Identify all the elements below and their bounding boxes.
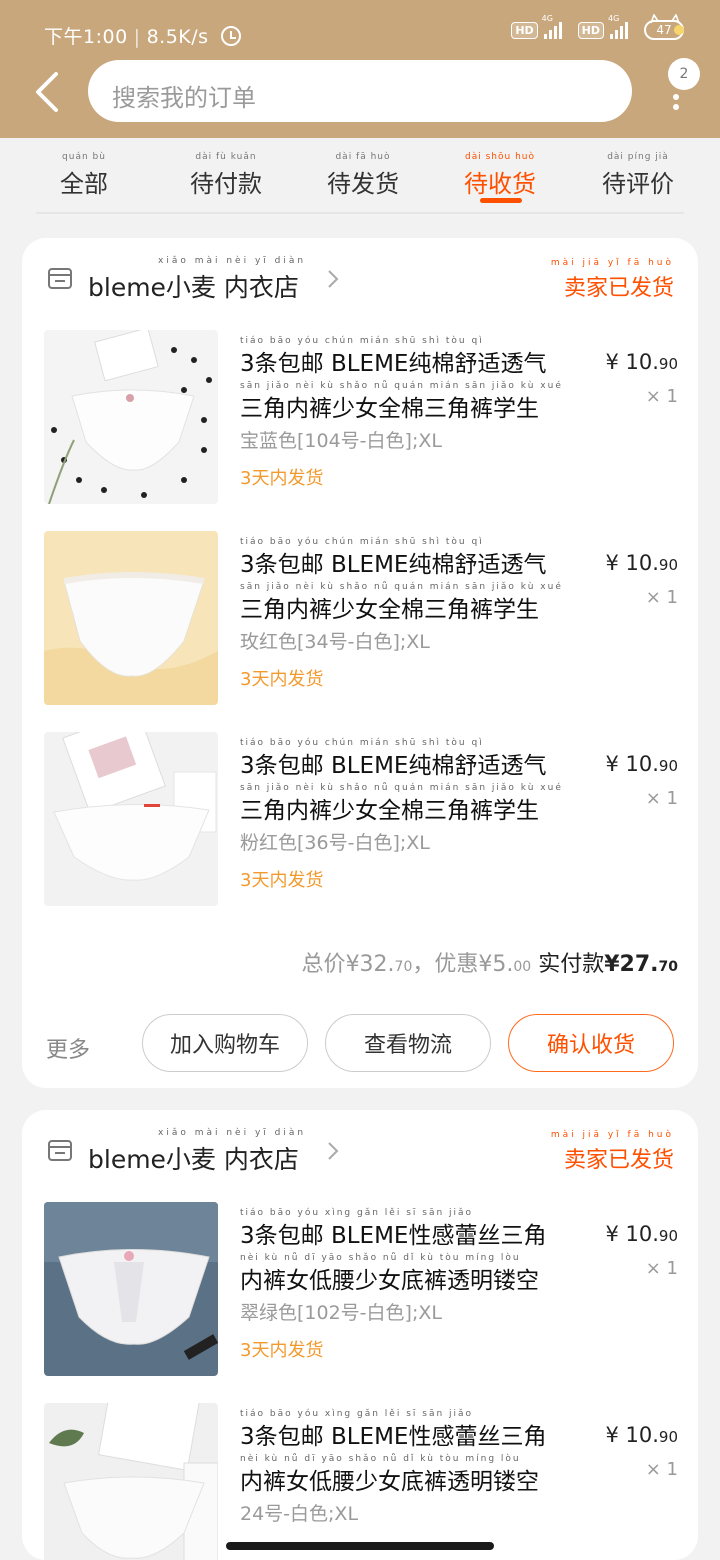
paid-label: 实付款 [538, 952, 605, 977]
hd-icon: HD [511, 21, 538, 39]
divider [36, 212, 684, 214]
home-indicator[interactable] [226, 1542, 494, 1550]
order-card: xiǎo mài nèi yī diàn bleme小麦 内衣店 mài jiā… [22, 1110, 698, 1560]
search-input[interactable]: 搜索我的订单 [88, 60, 632, 122]
order-item[interactable]: tiáo bāo yóu xìng gǎn lěi sī sān jiǎo 3条… [22, 1202, 698, 1392]
product-sku: 24号-白色;XL [240, 1503, 359, 1525]
alarm-icon [221, 26, 242, 46]
product-title[interactable]: tiáo bāo yóu chún mián shū shì tòu qì 3条… [240, 738, 600, 828]
shipping-note: 3天内发货 [240, 669, 324, 690]
order-item[interactable]: tiáo bāo yóu chún mián shū shì tòu qì 3条… [22, 330, 698, 520]
tab-label: 全部 [60, 170, 108, 198]
status-bar: 下午1:00 | 8.5K/s HD 4G HD 4G 47 [0, 0, 720, 56]
paid-value: ¥27. [604, 952, 659, 977]
order-item[interactable]: tiáo bāo yóu xìng gǎn lěi sī sān jiǎo 3条… [22, 1403, 698, 1560]
product-quantity: × 1 [645, 1459, 678, 1480]
product-sku: 宝蓝色[104号-白色];XL [240, 430, 442, 452]
shop-row[interactable]: xiǎo mài nèi yī diàn bleme小麦 内衣店 mài jiā… [22, 1110, 698, 1190]
order-item[interactable]: tiáo bāo yóu chún mián shū shì tòu qì 3条… [22, 531, 698, 721]
hd-icon: HD [577, 21, 604, 39]
product-price: ¥ 10.90 [605, 350, 678, 374]
chevron-left-icon [36, 72, 58, 112]
tab-pending-receipt[interactable]: dài shōu huò 待收货 [464, 152, 536, 199]
tab-label: 待评价 [602, 170, 674, 198]
tab-all[interactable]: quán bù 全部 [60, 152, 108, 199]
tab-label: 待付款 [190, 170, 262, 198]
shop-icon [48, 268, 72, 289]
search-placeholder: 搜索我的订单 [112, 84, 256, 112]
notification-badge: 2 [668, 58, 700, 90]
view-logistics-button[interactable]: 查看物流 [325, 1014, 491, 1072]
product-image[interactable] [44, 1403, 218, 1560]
order-tabs: quán bù 全部 dài fù kuǎn 待付款 dài fā huò 待发… [0, 138, 720, 238]
status-left: 下午1:00 | 8.5K/s [44, 22, 242, 49]
product-title[interactable]: tiáo bāo yóu chún mián shū shì tòu qì 3条… [240, 336, 600, 426]
more-button[interactable]: 更多 [46, 1032, 90, 1064]
order-actions: 更多 加入购物车 查看物流 确认收货 [22, 1010, 698, 1080]
product-price: ¥ 10.90 [605, 551, 678, 575]
product-title[interactable]: tiáo bāo yóu xìng gǎn lěi sī sān jiǎo 3条… [240, 1208, 600, 1298]
product-quantity: × 1 [645, 788, 678, 809]
product-price: ¥ 10.90 [605, 752, 678, 776]
product-quantity: × 1 [645, 1258, 678, 1279]
total-value: ¥32. [345, 952, 395, 977]
tab-label: 待收货 [464, 170, 536, 198]
product-image[interactable] [44, 531, 218, 705]
product-sku: 粉红色[36号-白色];XL [240, 832, 430, 854]
more-dots-icon [673, 94, 679, 100]
signal-icon: 4G [542, 14, 562, 39]
total-label: 总价 [301, 952, 346, 977]
tab-pending-review[interactable]: dài píng jià 待评价 [602, 152, 674, 199]
product-title[interactable]: tiáo bāo yóu chún mián shū shì tòu qì 3条… [240, 537, 600, 627]
product-quantity: × 1 [645, 386, 678, 407]
product-sku: 翠绿色[102号-白色];XL [240, 1302, 442, 1324]
shipping-note: 3天内发货 [240, 1340, 324, 1361]
shop-name[interactable]: xiǎo mài nèi yī diàn bleme小麦 内衣店 [88, 256, 306, 304]
shipping-note: 3天内发货 [240, 870, 324, 891]
signal-icon: 4G [608, 14, 628, 39]
discount-label: ，优惠 [412, 952, 479, 977]
shop-row[interactable]: xiǎo mài nèi yī diàn bleme小麦 内衣店 mài jiā… [22, 238, 698, 318]
order-summary: 总价¥32.70，优惠¥5.00 实付款¥27.70 [301, 952, 678, 977]
product-price: ¥ 10.90 [605, 1423, 678, 1447]
add-to-cart-button[interactable]: 加入购物车 [142, 1014, 308, 1072]
shipping-note: 3天内发货 [240, 468, 324, 489]
order-item[interactable]: tiáo bāo yóu chún mián shū shì tòu qì 3条… [22, 732, 698, 922]
status-speed: 8.5K/s [146, 26, 209, 48]
product-image[interactable] [44, 732, 218, 906]
product-quantity: × 1 [645, 587, 678, 608]
chevron-right-icon [328, 270, 339, 288]
shop-name[interactable]: xiǎo mài nèi yī diàn bleme小麦 内衣店 [88, 1128, 306, 1176]
battery-icon: 47 [644, 14, 684, 40]
tab-label: 待发货 [327, 170, 399, 198]
product-title[interactable]: tiáo bāo yóu xìng gǎn lěi sī sān jiǎo 3条… [240, 1409, 600, 1499]
order-card: xiǎo mài nèi yī diàn bleme小麦 内衣店 mài jiā… [22, 238, 698, 1088]
chevron-right-icon [328, 1142, 339, 1160]
tab-pending-payment[interactable]: dài fù kuǎn 待付款 [190, 152, 262, 199]
order-status: mài jiā yǐ fā huò 卖家已发货 [550, 1130, 674, 1173]
tab-pending-shipment[interactable]: dài fā huò 待发货 [327, 152, 399, 199]
product-sku: 玫红色[34号-白色];XL [240, 631, 430, 653]
product-image[interactable] [44, 330, 218, 504]
product-price: ¥ 10.90 [605, 1222, 678, 1246]
battery-level: 47 [656, 23, 672, 37]
back-button[interactable] [30, 68, 66, 116]
confirm-receipt-button[interactable]: 确认收货 [508, 1014, 674, 1072]
status-right: HD 4G HD 4G 47 [511, 14, 684, 40]
more-menu-button[interactable]: 2 [664, 58, 704, 114]
discount-value: ¥5. [478, 952, 514, 977]
order-status: mài jiā yǐ fā huò 卖家已发货 [550, 258, 674, 301]
app-header: 下午1:00 | 8.5K/s HD 4G HD 4G 47 搜索我的订单 2 [0, 0, 720, 138]
active-tab-indicator [480, 198, 522, 203]
shop-icon [48, 1140, 72, 1161]
status-time: 下午1:00 [44, 26, 128, 48]
product-image[interactable] [44, 1202, 218, 1376]
